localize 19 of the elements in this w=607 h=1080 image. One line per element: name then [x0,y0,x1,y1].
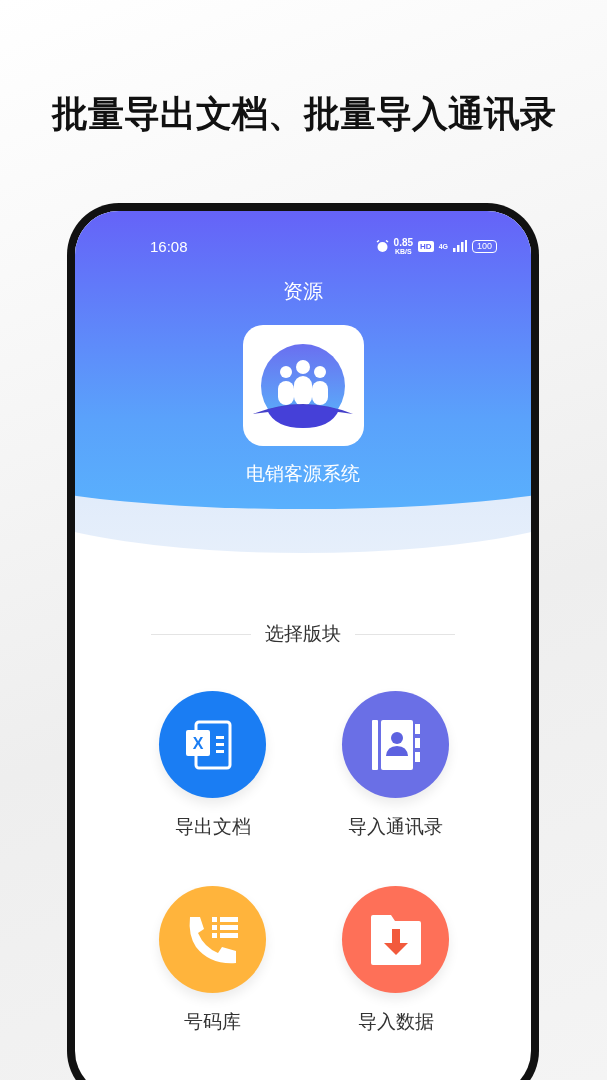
spreadsheet-letter: X [192,734,203,752]
hd-indicator: HD [418,240,434,252]
menu-tile-label: 导入数据 [357,1009,434,1034]
app-name: 电销客源系统 [246,461,360,486]
address-book-icon [369,717,422,772]
status-time: 16:08 [150,237,188,255]
battery-level: 100 [471,239,497,253]
menu-tile-label: 导入通讯录 [348,814,443,839]
signal-icon [452,240,467,252]
folder-download-icon [368,912,423,967]
alarm-icon [375,239,389,253]
menu-tile-label: 导出文档 [174,814,251,839]
network-speed: 0.85 [393,237,414,248]
promo-headline: 批量导出文档、批量导入通讯录 [50,92,557,136]
menu-tile-button[interactable]: X [159,691,266,798]
page-title: 资源 [283,278,323,305]
section-title: 选择版块 [265,621,341,646]
menu-tile-label: 号码库 [184,1009,241,1034]
people-group-icon [253,343,353,428]
